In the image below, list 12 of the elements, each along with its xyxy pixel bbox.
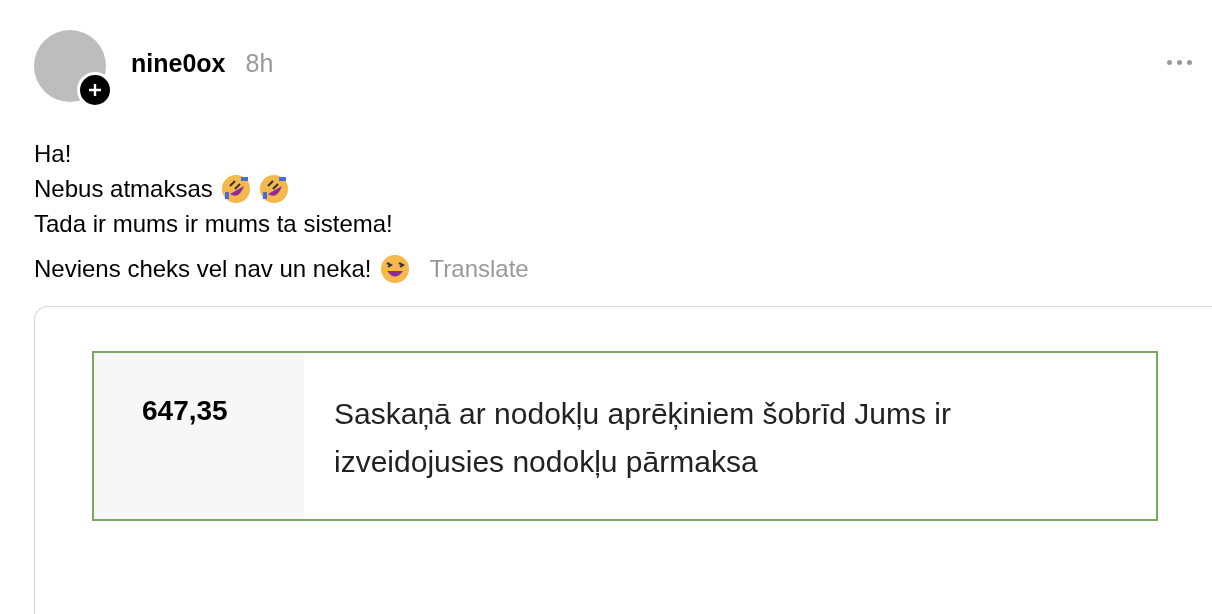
username[interactable]: nine0ox (131, 48, 226, 78)
laughing-emoji-icon (220, 173, 251, 204)
amount-text: 647,35 (94, 353, 304, 519)
laughing-emoji-icon (258, 173, 289, 204)
post-text: Nebus atmaksas (34, 174, 213, 204)
post-text: Neviens cheks vel nav un neka! (34, 254, 372, 284)
laughing-emoji-icon (379, 253, 410, 284)
post-time: 8h (245, 48, 274, 78)
attachment-card[interactable]: 647,35 Saskaņā ar nodokļu aprēķiniem šobrīd Jums ir izveidojusies nodokļu pārmaksa (34, 306, 1212, 614)
post-text: Tada ir mums ir mums ta sistema! (34, 209, 393, 239)
post-text: Ha! (34, 139, 72, 169)
message-text: Saskaņā ar nodokļu aprēķiniem šobrīd Jums ir izveidojusies nodokļu pārmaksa (333, 396, 952, 480)
